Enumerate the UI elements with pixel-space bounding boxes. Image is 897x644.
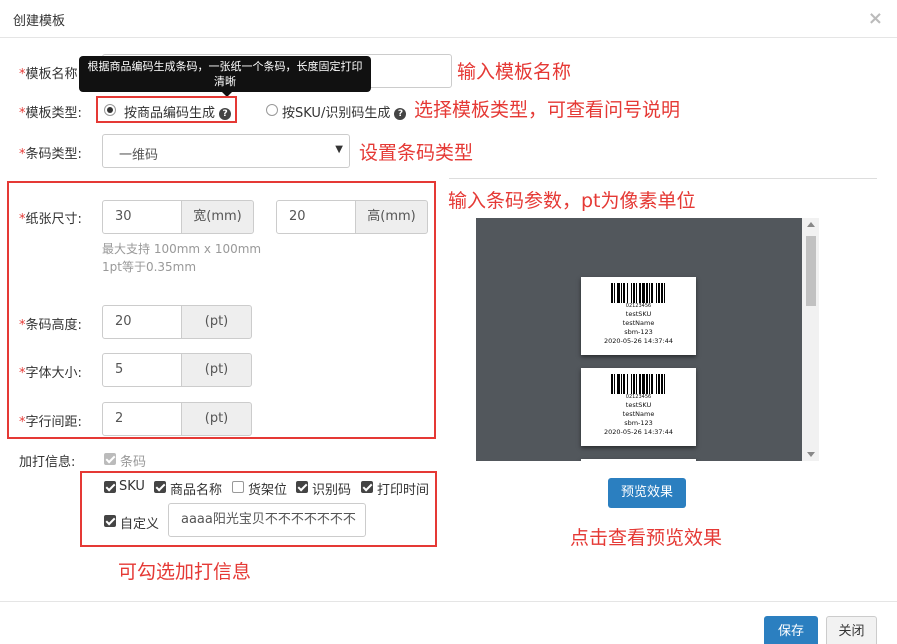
checkbox-shelf-label: 货架位 bbox=[248, 483, 288, 498]
scroll-down-icon[interactable] bbox=[807, 452, 815, 457]
radio-product-code-label: 按商品编码生成 ? bbox=[124, 102, 232, 121]
checkbox-print-time-label: 打印时间 bbox=[377, 483, 430, 498]
checkbox-id-code[interactable] bbox=[296, 481, 308, 493]
radio-product-code[interactable] bbox=[104, 104, 116, 116]
close-button[interactable]: 关闭 bbox=[826, 616, 877, 644]
annotation-barcode-type: 设置条码类型 bbox=[359, 142, 474, 164]
barcode-bar bbox=[664, 283, 667, 303]
checkbox-custom-label: 自定义 bbox=[120, 517, 160, 532]
annotation-name: 输入模板名称 bbox=[457, 61, 572, 83]
preview-scrollbar[interactable] bbox=[802, 218, 819, 461]
help-icon[interactable]: ? bbox=[219, 108, 232, 120]
font-size-unit: (pt) bbox=[181, 353, 252, 387]
paper-height-input[interactable]: 20 bbox=[276, 200, 356, 234]
preview-label-card: 02123456 testSKU testName sbm-123 2020-0… bbox=[581, 368, 696, 446]
label-sku: testSKU bbox=[625, 310, 652, 318]
template-name-label: *模板名称: bbox=[19, 67, 82, 82]
label-id: sbm-123 bbox=[624, 328, 653, 336]
annotation-type: 选择模板类型，可查看问号说明 bbox=[414, 99, 681, 121]
checkbox-print-time[interactable] bbox=[361, 481, 373, 493]
checkbox-product-name-label: 商品名称 bbox=[170, 483, 223, 498]
scroll-thumb[interactable] bbox=[806, 236, 816, 306]
line-spacing-unit: (pt) bbox=[181, 402, 252, 436]
checkbox-product-name[interactable] bbox=[154, 481, 166, 493]
tooltip: 根据商品编码生成条码，一张纸一个条码，长度固定打印清晰 bbox=[79, 56, 371, 92]
hint-max-size: 最大支持 100mm x 100mm bbox=[102, 242, 262, 256]
close-icon[interactable]: × bbox=[868, 8, 883, 29]
paper-height-unit: 高(mm) bbox=[355, 200, 428, 234]
label-name: testName bbox=[622, 319, 655, 327]
divider bbox=[449, 178, 877, 179]
paper-width-input[interactable]: 30 bbox=[102, 200, 182, 234]
barcode-type-select[interactable]: 一维码 ▼ bbox=[102, 134, 350, 168]
checkbox-sku-label: SKU bbox=[119, 479, 145, 494]
checkbox-barcode bbox=[104, 453, 116, 465]
modal-title: 创建模板 bbox=[13, 14, 66, 29]
label-time: 2020-05-26 14:37:44 bbox=[603, 428, 674, 436]
modal-header: 创建模板 × bbox=[0, 0, 897, 38]
chevron-down-icon: ▼ bbox=[335, 144, 343, 155]
barcode-graphic bbox=[589, 374, 689, 394]
preview-label-card-partial bbox=[581, 459, 696, 461]
barcode-graphic bbox=[589, 283, 689, 303]
label-code: 02123456 bbox=[625, 303, 652, 309]
label-name: testName bbox=[622, 410, 655, 418]
annotation-preview: 点击查看预览效果 bbox=[570, 527, 723, 549]
checkbox-shelf[interactable] bbox=[232, 481, 244, 493]
preview-area: 02123456 testSKU testName sbm-123 2020-0… bbox=[476, 218, 819, 461]
font-size-input[interactable]: 5 bbox=[102, 353, 182, 387]
font-size-label: *字体大小: bbox=[19, 366, 82, 381]
preview-label-card: 02123456 testSKU testName sbm-123 2020-0… bbox=[581, 277, 696, 355]
help-icon-sku[interactable]: ? bbox=[394, 108, 407, 120]
label-id: sbm-123 bbox=[624, 419, 653, 427]
barcode-height-label: *条码高度: bbox=[19, 318, 82, 333]
template-type-label: *模板类型: bbox=[19, 106, 82, 121]
radio-sku[interactable] bbox=[266, 104, 278, 116]
label-code: 02123456 bbox=[625, 394, 652, 400]
save-button[interactable]: 保存 bbox=[764, 616, 818, 644]
line-spacing-label: *字行间距: bbox=[19, 415, 82, 430]
line-spacing-input[interactable]: 2 bbox=[102, 402, 182, 436]
extra-info-label: 加打信息: bbox=[19, 455, 76, 470]
paper-size-label: *纸张尺寸: bbox=[19, 212, 82, 227]
checkbox-barcode-label: 条码 bbox=[120, 455, 147, 470]
checkbox-id-code-label: 识别码 bbox=[312, 483, 352, 498]
checkbox-custom[interactable] bbox=[104, 515, 116, 527]
radio-sku-label: 按SKU/识别码生成 ? bbox=[282, 102, 407, 121]
hint-pt: 1pt等于0.35mm bbox=[102, 260, 197, 274]
barcode-height-unit: (pt) bbox=[181, 305, 252, 339]
scroll-up-icon[interactable] bbox=[807, 222, 815, 227]
label-sku: testSKU bbox=[625, 401, 652, 409]
preview-button[interactable]: 预览效果 bbox=[608, 478, 686, 508]
checkbox-sku[interactable] bbox=[104, 481, 116, 493]
barcode-type-value: 一维码 bbox=[119, 148, 159, 163]
paper-width-unit: 宽(mm) bbox=[181, 200, 254, 234]
annotation-extra: 可勾选加打信息 bbox=[118, 561, 252, 583]
barcode-bar bbox=[664, 374, 667, 394]
annotation-params: 输入条码参数，pt为像素单位 bbox=[448, 190, 696, 212]
barcode-type-label: *条码类型: bbox=[19, 147, 82, 162]
footer-divider bbox=[0, 601, 897, 602]
label-time: 2020-05-26 14:37:44 bbox=[603, 337, 674, 345]
custom-text-input[interactable]: aaaa阳光宝贝不不不不不不不 bbox=[168, 503, 366, 537]
barcode-height-input[interactable]: 20 bbox=[102, 305, 182, 339]
